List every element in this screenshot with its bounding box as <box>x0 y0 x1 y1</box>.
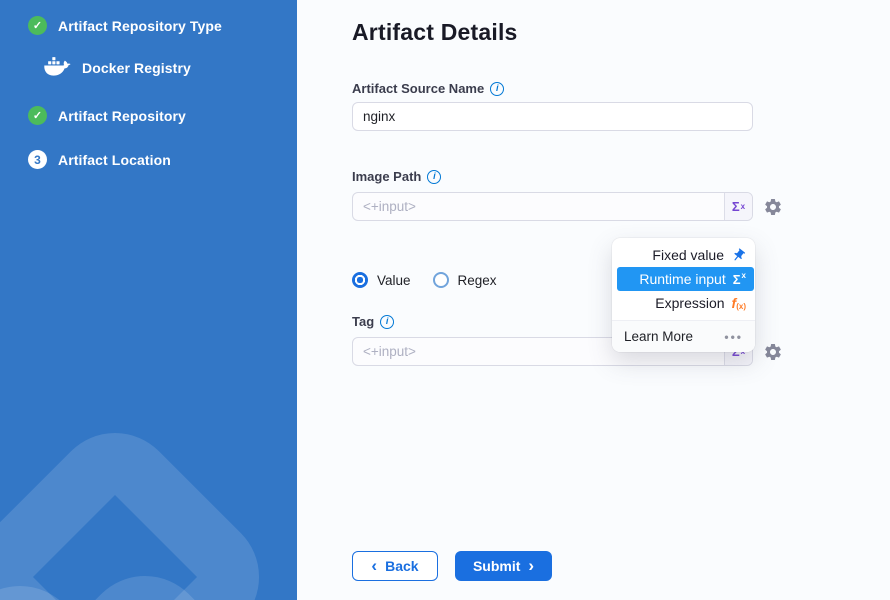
image-path-field-wrap: Σx <box>352 192 753 221</box>
sidebar-substep-docker-registry[interactable]: Docker Registry <box>44 57 191 78</box>
image-path-input[interactable] <box>352 192 753 221</box>
radio-selected-icon <box>352 272 368 288</box>
back-button[interactable]: ‹ Back <box>352 551 438 581</box>
chevron-left-icon: ‹ <box>371 557 377 574</box>
submit-button[interactable]: Submit › <box>455 551 552 581</box>
artifact-source-name-input[interactable] <box>352 102 753 131</box>
step-complete-check-icon: ✓ <box>28 16 47 35</box>
chevron-right-icon: › <box>528 557 534 574</box>
radio-option-value[interactable]: Value <box>352 272 411 288</box>
runtime-input-menu: Fixed value Runtime input Σx Expression … <box>612 238 755 352</box>
runtime-input-sigma-icon: Σx <box>733 272 746 287</box>
info-icon[interactable]: i <box>380 315 394 329</box>
step-label: Artifact Location <box>58 152 171 168</box>
step-number-badge: 3 <box>28 150 47 169</box>
tag-type-radio-group: Value Regex <box>352 272 509 288</box>
settings-gear-icon[interactable] <box>763 342 783 362</box>
substep-label: Docker Registry <box>82 60 191 76</box>
image-path-label: Image Path i <box>352 169 441 184</box>
sidebar-step-artifact-location[interactable]: 3 Artifact Location <box>28 150 171 169</box>
settings-gear-icon[interactable] <box>763 197 783 217</box>
step-label: Artifact Repository <box>58 108 186 124</box>
artifact-source-name-field-wrap <box>352 102 753 131</box>
info-icon[interactable]: i <box>427 170 441 184</box>
tag-label: Tag i <box>352 314 394 329</box>
menu-item-runtime-input[interactable]: Runtime input Σx <box>617 267 754 291</box>
expression-fx-icon: f(x) <box>732 295 746 311</box>
page-title: Artifact Details <box>352 19 518 46</box>
ellipsis-icon[interactable]: ••• <box>724 330 743 344</box>
menu-item-fixed-value[interactable]: Fixed value <box>612 243 755 267</box>
wizard-sidebar: ✓ Artifact Repository Type Docker Regist… <box>0 0 297 600</box>
learn-more-link[interactable]: Learn More <box>624 329 693 344</box>
sidebar-step-artifact-repository[interactable]: ✓ Artifact Repository <box>28 106 186 125</box>
runtime-input-sigma-toggle[interactable]: Σx <box>724 193 752 220</box>
radio-option-regex[interactable]: Regex <box>433 272 497 288</box>
sidebar-step-artifact-repository-type[interactable]: ✓ Artifact Repository Type <box>28 16 222 35</box>
menu-footer: Learn More ••• <box>612 320 755 352</box>
docker-whale-icon <box>44 57 71 78</box>
info-icon[interactable]: i <box>490 82 504 96</box>
radio-unselected-icon <box>433 272 449 288</box>
step-label: Artifact Repository Type <box>58 18 222 34</box>
pin-icon <box>731 248 746 263</box>
artifact-source-name-label: Artifact Source Name i <box>352 81 504 96</box>
menu-item-expression[interactable]: Expression f(x) <box>612 291 755 315</box>
harness-logo-watermark <box>0 407 285 600</box>
step-complete-check-icon: ✓ <box>28 106 47 125</box>
